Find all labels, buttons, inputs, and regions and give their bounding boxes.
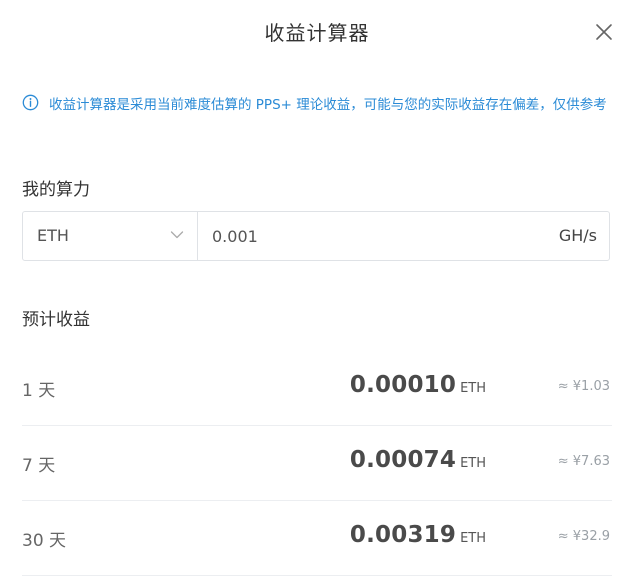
earnings-row-1d: 1 天 0.00010 ETH ≈ ¥1.03 [22, 350, 612, 426]
coin-select[interactable]: ETH [23, 212, 198, 260]
close-icon [596, 24, 612, 40]
earnings-label: 预计收益 [22, 310, 90, 330]
coin-select-value: ETH [37, 226, 69, 245]
amount-value: 0.00010 [349, 372, 457, 398]
row-fiat: ≈ ¥7.63 [557, 454, 610, 469]
amount-unit: ETH [460, 531, 486, 546]
hashrate-input[interactable] [198, 212, 542, 260]
row-period: 30 天 [22, 531, 67, 551]
row-period: 1 天 [22, 381, 56, 401]
amount-value: 0.00074 [349, 447, 457, 473]
earnings-row-30d: 30 天 0.00319 ETH ≈ ¥32.9 [22, 500, 612, 576]
notice-text: 收益计算器是采用当前难度估算的 PPS+ 理论收益，可能与您的实际收益存在偏差，… [49, 97, 607, 113]
amount-value: 0.00319 [349, 522, 457, 548]
modal-header: 收益计算器 [0, 0, 634, 62]
chevron-down-icon [170, 231, 184, 239]
hashrate-label: 我的算力 [22, 180, 90, 200]
row-amount: 0.00319 ETH [252, 522, 486, 548]
hashrate-input-group: ETH GH/s [22, 211, 610, 261]
row-fiat: ≈ ¥32.9 [557, 529, 610, 544]
hashrate-unit: GH/s [558, 226, 597, 245]
row-amount: 0.00010 ETH [252, 372, 486, 398]
close-button[interactable] [592, 20, 616, 44]
row-amount: 0.00074 ETH [252, 447, 486, 473]
modal-title: 收益计算器 [264, 21, 370, 45]
row-period: 7 天 [22, 456, 56, 476]
earnings-row-7d: 7 天 0.00074 ETH ≈ ¥7.63 [22, 425, 612, 501]
amount-unit: ETH [460, 381, 486, 396]
earnings-calculator-modal: 收益计算器 收益计算器是采用当前难度估算的 PPS+ 理论收益，可能与您的实际收… [0, 0, 634, 581]
row-fiat: ≈ ¥1.03 [557, 379, 610, 394]
amount-unit: ETH [460, 456, 486, 471]
info-icon [22, 94, 39, 111]
